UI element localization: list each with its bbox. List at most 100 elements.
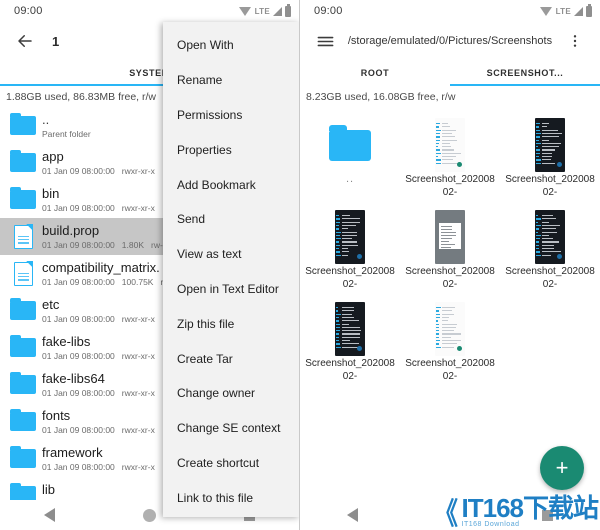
grid-item-label: Screenshot_20200802-: [505, 266, 595, 290]
overflow-menu-icon[interactable]: [560, 26, 590, 56]
context-menu-item[interactable]: Create shortcut: [163, 446, 299, 481]
grid-item[interactable]: Screenshot_20200802-: [500, 203, 600, 295]
status-time: 09:00: [14, 5, 43, 17]
thumbnail-wrapper: [335, 209, 365, 265]
battery-icon: [586, 3, 592, 17]
screenshot-thumbnail-image: [435, 210, 465, 264]
context-menu-item[interactable]: Add Bookmark: [163, 167, 299, 202]
file-date: 01 Jan 09 08:00:00: [42, 387, 115, 398]
file-date: Parent folder: [42, 128, 91, 139]
file-permissions: rwxr-xr-x: [121, 461, 155, 472]
screenshot-thumbnail-image: [335, 210, 365, 264]
file-date: 01 Jan 09 08:00:00: [42, 461, 115, 472]
thumbnail-wrapper: [329, 117, 371, 173]
folder-icon: [329, 124, 371, 161]
file-permissions: rwxr-xr-x: [121, 387, 155, 398]
folder-icon: [4, 371, 42, 394]
wifi-icon: [539, 6, 552, 16]
thumbnail-wrapper: [335, 301, 365, 357]
context-menu-item[interactable]: Open With: [163, 28, 299, 63]
tab-active-indicator: [450, 83, 600, 86]
grid-item-label: Screenshot_20200802-: [305, 358, 395, 382]
grid-item[interactable]: Screenshot_20200802-: [400, 295, 500, 387]
context-menu-item[interactable]: Rename: [163, 63, 299, 98]
grid-item-label: Screenshot_20200802-: [505, 174, 595, 198]
dual-screenshot-composite: 09:00 LTE 1 SYSTEM 1.88GB used, 86.83MB …: [0, 0, 600, 530]
file-permissions: rwxr-xr-x: [121, 313, 155, 324]
file-permissions: rwxr-xr-x: [121, 165, 155, 176]
recents-nav-icon[interactable]: [542, 509, 553, 521]
context-menu-item[interactable]: View as text: [163, 237, 299, 272]
back-nav-icon[interactable]: [44, 508, 55, 522]
right-toolbar: /storage/emulated/0/Pictures/Screenshots: [300, 22, 600, 60]
right-nav-bar: [300, 500, 600, 530]
thumbnail-wrapper: [535, 117, 565, 173]
grid-parent-folder[interactable]: ..: [300, 111, 400, 203]
right-tab-bar: ROOT SCREENSHOT...: [300, 60, 600, 86]
file-date: 01 Jan 09 08:00:00: [42, 276, 115, 287]
thumbnail-wrapper: [435, 117, 465, 173]
grid-item-label: Screenshot_20200802-: [405, 174, 495, 198]
grid-item[interactable]: Screenshot_20200802-: [300, 203, 400, 295]
screenshot-thumbnail-image: [335, 302, 365, 356]
context-menu-item[interactable]: Open in Text Editor: [163, 272, 299, 307]
thumbnail-wrapper: [435, 209, 465, 265]
wifi-icon: [238, 6, 251, 16]
signal-icon: [574, 6, 583, 16]
tab-screenshots[interactable]: SCREENSHOT...: [450, 60, 600, 86]
back-nav-icon[interactable]: [347, 508, 358, 522]
grid-item-label: ..: [345, 173, 355, 185]
screenshot-thumbnail-image: [535, 118, 565, 172]
context-menu-item[interactable]: Send: [163, 202, 299, 237]
folder-icon: [4, 297, 42, 320]
screenshot-thumbnail-image: [535, 210, 565, 264]
context-menu-item[interactable]: Change owner: [163, 376, 299, 411]
context-menu-item[interactable]: Create Tar: [163, 341, 299, 376]
file-date: 01 Jan 09 08:00:00: [42, 165, 115, 176]
file-date: 01 Jan 09 08:00:00: [42, 424, 115, 435]
folder-icon: [4, 186, 42, 209]
tab-root[interactable]: ROOT: [300, 60, 450, 86]
file-date: 01 Jan 09 08:00:00: [42, 239, 115, 250]
grid-item[interactable]: Screenshot_20200802-: [400, 203, 500, 295]
hamburger-menu-icon[interactable]: [310, 26, 340, 56]
folder-icon: [4, 445, 42, 468]
add-fab-button[interactable]: +: [540, 446, 584, 490]
grid-item[interactable]: Screenshot_20200802-: [400, 111, 500, 203]
file-size: 100.75K: [121, 276, 154, 287]
file-date: 01 Jan 09 08:00:00: [42, 313, 115, 324]
grid-item[interactable]: Screenshot_20200802-: [300, 295, 400, 387]
status-icon-group: LTE: [238, 3, 291, 17]
screenshot-thumbnail-image: [435, 302, 465, 356]
file-permissions: rwxr-xr-x: [121, 350, 155, 361]
status-bar: 09:00 LTE: [0, 0, 299, 22]
home-nav-icon[interactable]: [143, 508, 156, 522]
folder-icon: [4, 334, 42, 357]
status-time: 09:00: [314, 5, 343, 17]
file-size: 1.80K: [121, 239, 145, 250]
network-type-label: LTE: [555, 6, 571, 16]
grid-item[interactable]: Screenshot_20200802-: [500, 111, 600, 203]
screenshot-thumbnail-image: [435, 118, 465, 172]
status-bar: 09:00 LTE: [300, 0, 600, 22]
context-menu-item[interactable]: Properties: [163, 132, 299, 167]
context-menu[interactable]: Open With Rename Permissions Properties Add …: [163, 22, 299, 518]
current-path[interactable]: /storage/emulated/0/Pictures/Screenshots: [340, 35, 560, 47]
back-arrow-icon[interactable]: [10, 26, 40, 56]
network-type-label: LTE: [254, 6, 270, 16]
context-menu-item[interactable]: Link to this file: [163, 480, 299, 515]
right-phone-screen: 09:00 LTE /storage/emulated/0/Pictures/S…: [300, 0, 600, 530]
thumbnail-wrapper: [535, 209, 565, 265]
context-menu-item[interactable]: Change SE context: [163, 411, 299, 446]
file-permissions: rw-: [151, 239, 163, 250]
right-storage-info: 8.23GB used, 16.08GB free, r/w: [300, 86, 600, 107]
left-phone-screen: 09:00 LTE 1 SYSTEM 1.88GB used, 86.83MB …: [0, 0, 300, 530]
thumbnail-grid[interactable]: .. Screenshot_20200802- Screenshot_2020080…: [300, 107, 600, 387]
context-menu-item[interactable]: Zip this file: [163, 306, 299, 341]
file-icon: [4, 224, 42, 249]
battery-icon: [285, 3, 291, 17]
grid-item-label: Screenshot_20200802-: [405, 266, 495, 290]
file-date: 01 Jan 09 08:00:00: [42, 350, 115, 361]
thumbnail-wrapper: [435, 301, 465, 357]
context-menu-item[interactable]: Permissions: [163, 98, 299, 133]
